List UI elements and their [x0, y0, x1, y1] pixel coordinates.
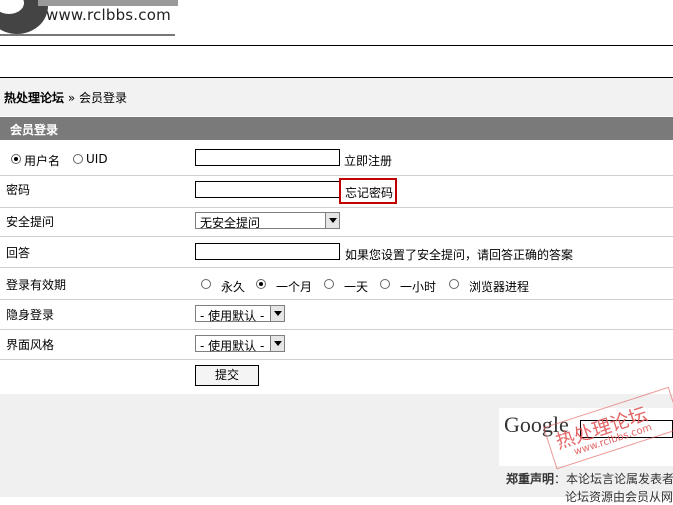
stealth-login-value: - 使用默认 -	[200, 309, 265, 323]
row-divider	[0, 299, 673, 300]
expiry-option-label: 一天	[344, 280, 369, 294]
expiry-option-label: 永久	[221, 280, 246, 294]
row-divider	[0, 267, 673, 268]
footer-notice-bold: 郑重声明	[506, 472, 555, 486]
password-label: 密码	[6, 183, 31, 197]
row-divider	[0, 175, 673, 176]
expiry-radio-month[interactable]	[256, 279, 266, 289]
row-divider	[0, 329, 673, 330]
username-radio-label: 用户名	[24, 154, 61, 168]
security-question-select[interactable]: 无安全提问	[195, 212, 340, 230]
login-panel-title: 会员登录	[10, 123, 59, 137]
row-divider	[0, 207, 673, 208]
expiry-radio-hour[interactable]	[380, 279, 390, 289]
chevron-down-icon[interactable]	[325, 213, 339, 228]
expiry-radio-forever[interactable]	[201, 279, 211, 289]
site-header: www.rclbbs.com	[0, 0, 673, 46]
expiry-radio-browser[interactable]	[449, 279, 459, 289]
register-link[interactable]: 立即注册	[344, 152, 392, 169]
username-radio[interactable]	[11, 154, 21, 164]
forgot-password-link[interactable]: 忘记密码	[345, 184, 393, 201]
breadcrumb-home[interactable]: 热处理论坛	[4, 91, 64, 105]
password-input[interactable]	[195, 181, 340, 198]
chevron-down-icon[interactable]	[270, 306, 284, 321]
row-divider	[0, 359, 673, 360]
login-expiry-label: 登录有效期	[6, 278, 67, 292]
footer-notice-rest: ：本论坛言论属发表者	[554, 472, 673, 486]
interface-style-label: 界面风格	[6, 338, 55, 352]
security-question-label: 安全提问	[6, 215, 55, 229]
footer-notice: 郑重声明：本论坛言论属发表者	[506, 470, 673, 487]
uid-radio[interactable]	[73, 154, 83, 164]
interface-style-value: - 使用默认 -	[200, 339, 265, 353]
submit-button[interactable]: 提交	[195, 365, 259, 386]
answer-label: 回答	[6, 246, 31, 260]
login-panel-header: 会员登录	[0, 117, 673, 140]
site-logo-underline	[0, 34, 175, 36]
expiry-option-label: 一小时	[400, 280, 437, 294]
breadcrumb-current: 会员登录	[79, 91, 128, 105]
interface-style-select[interactable]: - 使用默认 -	[195, 335, 285, 353]
expiry-radio-day[interactable]	[324, 279, 334, 289]
answer-input[interactable]	[195, 243, 340, 260]
breadcrumb-separator: »	[64, 91, 79, 105]
stealth-login-select[interactable]: - 使用默认 -	[195, 305, 285, 323]
expiry-option-label: 一个月	[276, 280, 313, 294]
site-logo-url[interactable]: www.rclbbs.com	[46, 6, 171, 24]
security-question-value: 无安全提问	[200, 216, 261, 230]
answer-hint: 如果您设置了安全提问，请回答正确的答案	[345, 248, 574, 262]
site-logo-inner	[0, 0, 24, 14]
expiry-option-label: 浏览器进程	[469, 280, 530, 294]
uid-radio-label: UID	[86, 152, 108, 166]
breadcrumb: 热处理论坛 » 会员登录	[4, 89, 127, 106]
chevron-down-icon[interactable]	[270, 336, 284, 351]
username-input[interactable]	[195, 149, 340, 166]
row-divider	[0, 236, 673, 237]
stealth-login-label: 隐身登录	[6, 308, 55, 322]
